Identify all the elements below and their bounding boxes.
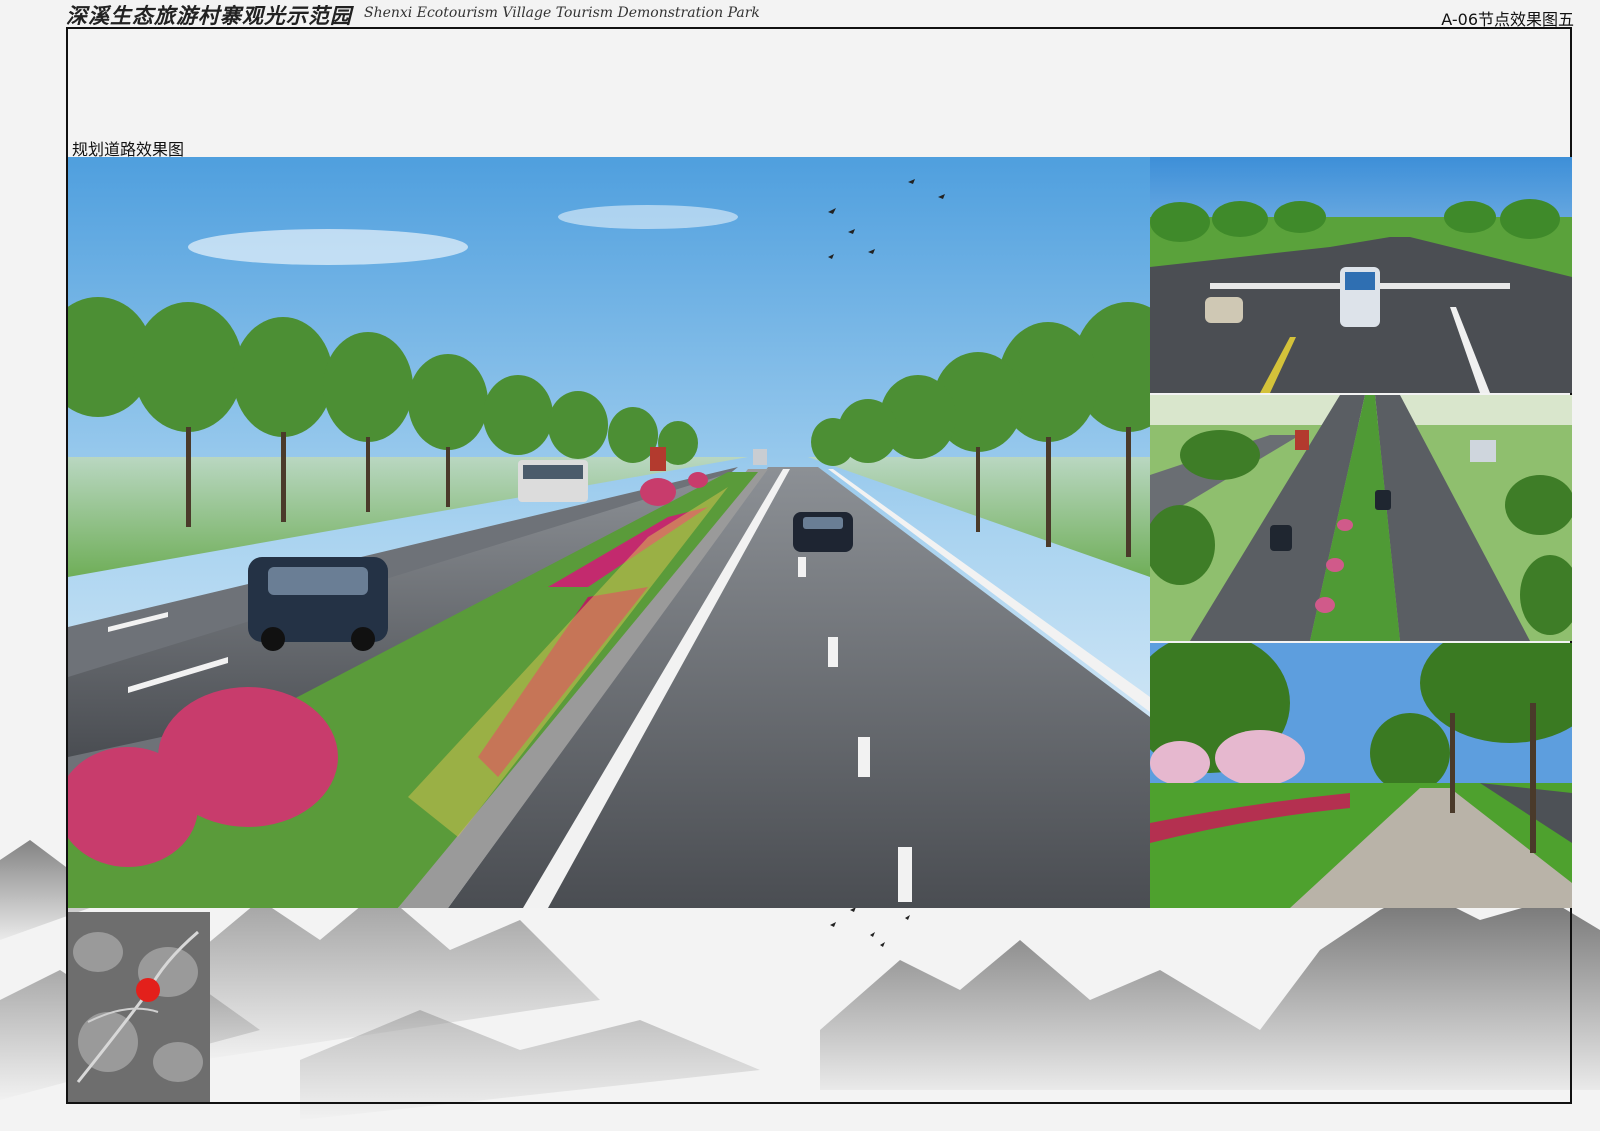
project-title-english: Shenxi Ecotourism Village Tourism Demons… <box>364 5 760 21</box>
sidewalk-rendering <box>1150 643 1572 908</box>
main-road-rendering <box>68 157 1150 908</box>
location-marker <box>136 978 160 1002</box>
project-title-chinese: 深溪生态旅游村寨观光示范园 <box>66 3 352 28</box>
site-locator-map <box>68 912 210 1102</box>
intersection-rendering <box>1150 157 1572 393</box>
boulevard-aerial-rendering <box>1150 395 1572 641</box>
